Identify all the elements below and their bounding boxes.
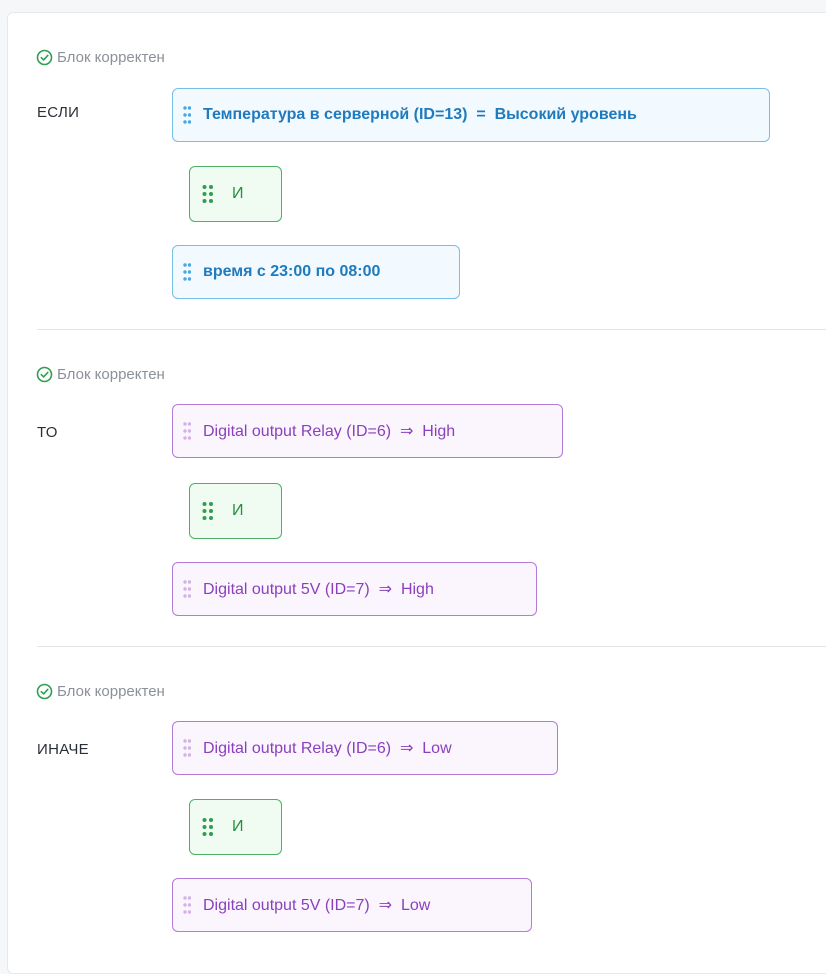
drag-handle-icon[interactable] [202,501,214,521]
drag-handle-icon[interactable] [183,262,191,282]
operator-label: И [232,818,244,835]
condition-text: время с 23:00 по 08:00 [203,263,381,280]
condition-chip[interactable]: время с 23:00 по 08:00 [172,245,460,299]
operator-label: И [232,185,244,202]
action-text: Digital output 5V (ID=7) ⇒ High [203,581,434,598]
operator-and-button[interactable]: И [189,483,282,539]
check-circle-icon [36,366,53,383]
action-chip[interactable]: Digital output 5V (ID=7) ⇒ Low [172,878,532,932]
drag-handle-icon[interactable] [183,895,191,915]
drag-handle-icon[interactable] [202,184,214,204]
block-status: Блок корректен [36,683,165,700]
action-text: Digital output 5V (ID=7) ⇒ Low [203,897,431,914]
rule-editor-panel: Блок корректен ЕСЛИ Температура в сервер… [7,12,826,974]
section-divider [37,329,826,330]
block-status-label: Блок корректен [57,366,165,383]
block-status-label: Блок корректен [57,683,165,700]
drag-handle-icon[interactable] [183,421,191,441]
operator-and-button[interactable]: И [189,799,282,855]
keyword-label: ИНАЧЕ [37,741,89,758]
drag-handle-icon[interactable] [183,738,191,758]
block-status: Блок корректен [36,366,165,383]
drag-handle-icon[interactable] [183,105,191,125]
action-chip[interactable]: Digital output Relay (ID=6) ⇒ Low [172,721,558,775]
operator-and-button[interactable]: И [189,166,282,222]
condition-text: Температура в серверной (ID=13) = Высоки… [203,106,637,123]
block-status: Блок корректен [36,49,165,66]
keyword-label: ЕСЛИ [37,104,80,121]
operator-label: И [232,502,244,519]
action-chip[interactable]: Digital output Relay (ID=6) ⇒ High [172,404,563,458]
check-circle-icon [36,49,53,66]
block-status-label: Блок корректен [57,49,165,66]
section-divider [37,646,826,647]
action-chip[interactable]: Digital output 5V (ID=7) ⇒ High [172,562,537,616]
check-circle-icon [36,683,53,700]
action-text: Digital output Relay (ID=6) ⇒ High [203,423,456,440]
drag-handle-icon[interactable] [202,817,214,837]
action-text: Digital output Relay (ID=6) ⇒ Low [203,740,452,757]
drag-handle-icon[interactable] [183,579,191,599]
keyword-label: ТО [37,424,58,441]
condition-chip[interactable]: Температура в серверной (ID=13) = Высоки… [172,88,770,142]
